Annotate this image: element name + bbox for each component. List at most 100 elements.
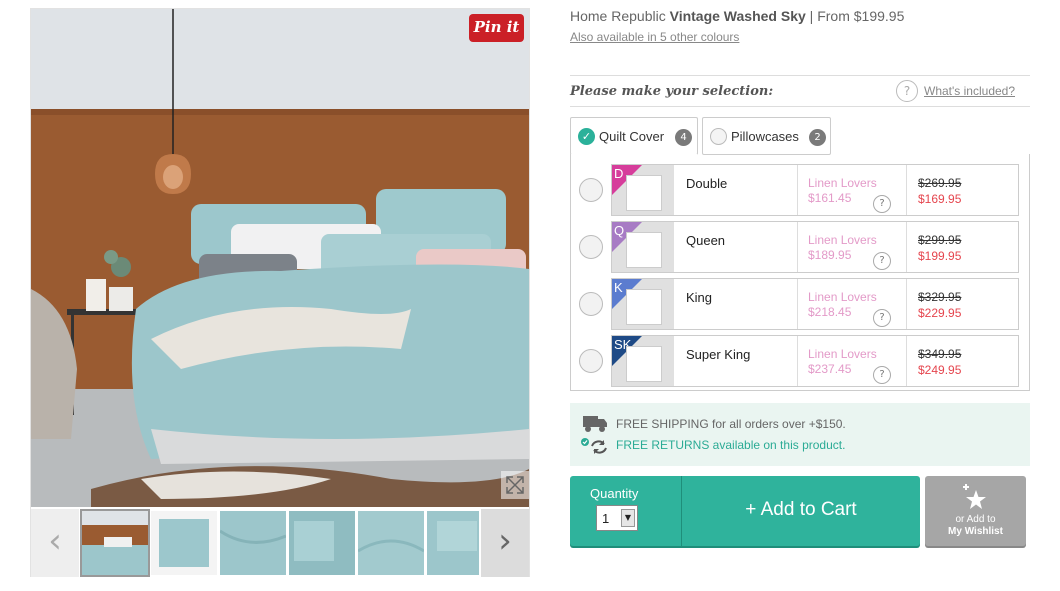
member-price-cell: Linen Lovers $189.95 ? xyxy=(797,222,907,272)
size-code: Q xyxy=(614,223,625,238)
product-info: Home Republic Vintage Washed Sky | From … xyxy=(570,8,1030,546)
quantity-label: Quantity xyxy=(590,486,639,501)
wishlist-line2: My Wishlist xyxy=(948,526,1003,537)
size-radio[interactable] xyxy=(579,292,603,316)
brand-name: Home Republic xyxy=(570,8,666,24)
member-price-cell: Linen Lovers $237.45 ? xyxy=(797,336,907,386)
size-code: D xyxy=(614,166,624,181)
member-label: Linen Lovers xyxy=(808,233,877,247)
pinterest-pin-button[interactable]: Pin it xyxy=(469,14,524,42)
size-code: K xyxy=(614,280,623,295)
main-product-image[interactable]: Pin it xyxy=(31,9,529,507)
quilt-cover-icon xyxy=(626,346,662,382)
thumbnail[interactable] xyxy=(80,509,150,577)
count-badge: 2 xyxy=(809,129,826,146)
size-option[interactable]: Q Queen Linen Lovers $189.95 ? $299.95 $… xyxy=(579,221,1019,273)
size-option[interactable]: D Double Linen Lovers $161.45 ? $269.95 … xyxy=(579,164,1019,216)
size-radio[interactable] xyxy=(579,178,603,202)
member-label: Linen Lovers xyxy=(808,347,877,361)
star-plus-icon xyxy=(963,484,986,509)
member-price-cell: Linen Lovers $161.45 ? xyxy=(797,165,907,215)
member-label: Linen Lovers xyxy=(808,176,877,190)
size-card[interactable]: K King Linen Lovers $218.45 ? $329.95 $2… xyxy=(611,278,1019,330)
expand-icon[interactable] xyxy=(501,471,529,499)
wishlist-label: or Add to My Wishlist xyxy=(925,514,1026,538)
size-option[interactable]: SK Super King Linen Lovers $237.45 ? $34… xyxy=(579,335,1019,387)
free-shipping-text: FREE SHIPPING for all orders over +$150. xyxy=(616,417,846,431)
quantity-box: Quantity 1 ▼ xyxy=(570,476,682,546)
radio-icon xyxy=(710,128,727,145)
help-icon[interactable]: ? xyxy=(873,309,891,327)
quilt-cover-icon xyxy=(626,175,662,211)
member-price: $237.45 xyxy=(808,362,852,376)
from-price: | From $199.95 xyxy=(809,8,905,24)
was-price: $299.95 xyxy=(918,233,962,247)
quilt-cover-icon xyxy=(626,289,662,325)
size-option[interactable]: K King Linen Lovers $218.45 ? $329.95 $2… xyxy=(579,278,1019,330)
tab-label: Pillowcases xyxy=(731,129,799,144)
thumbnail-strip: ‹ › xyxy=(31,509,529,577)
size-swatch: SK xyxy=(612,336,674,386)
member-price: $161.45 xyxy=(808,191,852,205)
size-card[interactable]: D Double Linen Lovers $161.45 ? $269.95 … xyxy=(611,164,1019,216)
thumbnail[interactable] xyxy=(358,511,424,575)
wishlist-button[interactable]: or Add to My Wishlist xyxy=(925,476,1026,546)
was-price: $269.95 xyxy=(918,176,962,190)
truck-icon xyxy=(583,416,607,432)
tab-quilt-cover[interactable]: ✓ Quilt Cover 4 xyxy=(570,117,698,155)
product-name: Vintage Washed Sky xyxy=(669,8,806,24)
selection-header: Please make your selection: ? What's inc… xyxy=(570,75,1030,107)
product-page: Pin it ‹ › Home Republic Vintage Washed … xyxy=(0,0,1060,591)
thumbnail[interactable] xyxy=(289,511,355,575)
member-price: $189.95 xyxy=(808,248,852,262)
help-icon[interactable]: ? xyxy=(873,252,891,270)
quantity-value: 1 xyxy=(602,511,610,526)
size-swatch: Q xyxy=(612,222,674,272)
size-name: Queen xyxy=(686,233,726,248)
size-radio[interactable] xyxy=(579,235,603,259)
chevron-right-icon[interactable]: › xyxy=(481,509,529,577)
other-colours-link[interactable]: Also available in 5 other colours xyxy=(570,30,739,44)
size-radio[interactable] xyxy=(579,349,603,373)
chevron-left-icon[interactable]: ‹ xyxy=(31,509,79,577)
add-to-cart-bar: Quantity 1 ▼ + Add to Cart xyxy=(570,476,920,546)
was-price: $329.95 xyxy=(918,290,962,304)
member-label: Linen Lovers xyxy=(808,290,877,304)
size-name: Super King xyxy=(686,347,751,362)
thumbnail[interactable] xyxy=(427,511,479,575)
sale-price: $169.95 xyxy=(918,192,962,206)
thumbnail[interactable] xyxy=(151,511,217,575)
size-swatch: K xyxy=(612,279,674,329)
quilt-cover-icon xyxy=(626,232,662,268)
size-card[interactable]: Q Queen Linen Lovers $189.95 ? $299.95 $… xyxy=(611,221,1019,273)
size-card[interactable]: SK Super King Linen Lovers $237.45 ? $34… xyxy=(611,335,1019,387)
whats-included-link[interactable]: What's included? xyxy=(924,84,1015,98)
product-gallery: Pin it ‹ › xyxy=(30,8,530,577)
size-swatch: D xyxy=(612,165,674,215)
product-title: Home Republic Vintage Washed Sky | From … xyxy=(570,8,1030,24)
free-returns-text: FREE RETURNS available on this product. xyxy=(616,438,846,452)
add-to-cart-button[interactable]: + Add to Cart xyxy=(682,476,920,546)
help-icon[interactable]: ? xyxy=(873,195,891,213)
member-price: $218.45 xyxy=(808,305,852,319)
chevron-down-icon[interactable]: ▼ xyxy=(621,509,635,527)
size-options: D Double Linen Lovers $161.45 ? $269.95 … xyxy=(570,154,1030,391)
size-name: Double xyxy=(686,176,728,191)
sale-price: $249.95 xyxy=(918,363,962,377)
shipping-info: FREE SHIPPING for all orders over +$150.… xyxy=(570,403,1030,466)
thumbnail[interactable] xyxy=(220,511,286,575)
help-icon[interactable]: ? xyxy=(873,366,891,384)
size-name: King xyxy=(686,290,713,305)
member-price-cell: Linen Lovers $218.45 ? xyxy=(797,279,907,329)
quantity-select[interactable]: 1 ▼ xyxy=(596,505,638,531)
sale-price: $229.95 xyxy=(918,306,962,320)
selection-prompt: Please make your selection: xyxy=(570,84,774,99)
wishlist-line1: or Add to xyxy=(955,514,996,525)
returns-icon xyxy=(581,438,607,454)
tab-pillowcases[interactable]: Pillowcases 2 xyxy=(702,117,831,155)
bedroom-photo xyxy=(31,9,529,507)
count-badge: 4 xyxy=(675,129,692,146)
sale-price: $199.95 xyxy=(918,249,962,263)
check-icon: ✓ xyxy=(578,128,595,145)
help-icon[interactable]: ? xyxy=(896,80,918,102)
